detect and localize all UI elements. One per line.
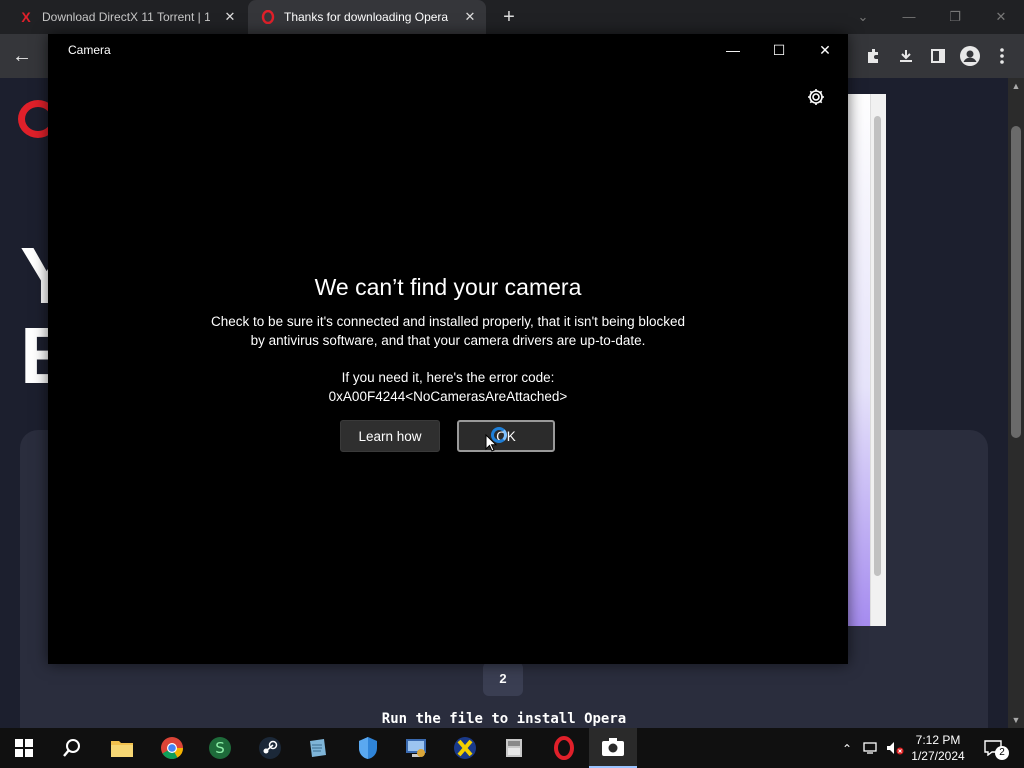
x-favicon-icon: X [21,9,31,25]
maximize-icon[interactable]: ☐ [764,39,794,61]
camera-app-icon[interactable] [589,728,637,768]
step-number-badge: 2 [483,662,523,696]
network-icon[interactable] [862,740,880,758]
new-tab-button[interactable]: + [498,6,520,28]
extensions-icon[interactable] [862,44,886,68]
settings-tool-icon[interactable] [392,728,440,768]
error-heading: We can’t find your camera [314,274,582,300]
window-title: Camera [68,43,111,57]
notepad-app-icon[interactable] [294,728,342,768]
browser-tab-bar: X Download DirectX 11 Torrent | 1 ✕ Than… [0,0,1024,34]
mouse-cursor-icon [485,434,497,452]
steam-icon[interactable] [246,728,294,768]
tab-search-icon[interactable]: ⌄ [850,6,876,28]
tab-directx[interactable]: X Download DirectX 11 Torrent | 1 ✕ [18,0,246,34]
opera-browser-icon[interactable] [540,728,588,768]
volume-muted-icon[interactable] [886,740,904,758]
close-tab-icon[interactable]: ✕ [222,9,238,25]
learn-how-button[interactable]: Learn how [340,420,440,452]
tab-title: Download DirectX 11 Torrent | 1 [42,10,210,24]
notification-count-badge: 2 [995,746,1009,760]
tab-opera[interactable]: Thanks for downloading Opera ✕ [248,0,486,34]
menu-icon[interactable] [990,44,1014,68]
opera-favicon-icon [260,9,276,25]
side-panel-icon[interactable] [926,44,950,68]
step-instruction: Run the file to install Opera [381,711,627,727]
shield-icon[interactable] [344,728,392,768]
archive-app-icon[interactable] [490,728,538,768]
system-clock[interactable]: 7:12 PM 1/27/2024 [906,732,970,764]
page-scrollbar-thumb[interactable] [1011,126,1021,438]
restore-icon[interactable]: ❐ [942,6,968,28]
page-scrollbar[interactable]: ▲ ▼ [1008,78,1024,728]
download-icon[interactable] [894,44,918,68]
error-description: Check to be sure it's connected and inst… [211,314,685,348]
clock-time: 7:12 PM [915,733,961,747]
start-button-icon[interactable] [0,728,48,768]
minimize-icon[interactable]: — [896,6,922,28]
search-icon[interactable] [48,728,96,768]
camera-window: Camera — ☐ ✕ We can’t find your camera C… [48,34,848,664]
app-green-icon[interactable]: S [196,728,244,768]
scroll-down-icon[interactable]: ▼ [1008,712,1024,728]
chrome-icon[interactable] [148,728,196,768]
xbox-app-icon[interactable] [441,728,489,768]
close-icon[interactable]: ✕ [810,39,840,61]
svg-text:S: S [215,739,225,757]
tab-title: Thanks for downloading Opera [284,10,449,24]
scroll-up-icon[interactable]: ▲ [1008,78,1024,94]
chevron-up-icon[interactable]: ⌃ [838,740,856,758]
back-button[interactable]: ← [10,44,34,68]
close-window-icon[interactable]: ✕ [988,6,1014,28]
preview-scrollbar-thumb[interactable] [874,116,881,576]
settings-gear-icon[interactable] [806,87,826,107]
error-code: If you need it, here's the error code: 0… [328,370,568,404]
windows-taskbar: S ⌃ 7:12 PM 1/27/2024 2 [0,728,1024,768]
file-explorer-icon[interactable] [98,728,146,768]
profile-avatar-icon[interactable] [958,44,982,68]
minimize-icon[interactable]: — [718,39,748,61]
clock-date: 1/27/2024 [911,749,965,763]
close-tab-icon[interactable]: ✕ [462,9,478,25]
